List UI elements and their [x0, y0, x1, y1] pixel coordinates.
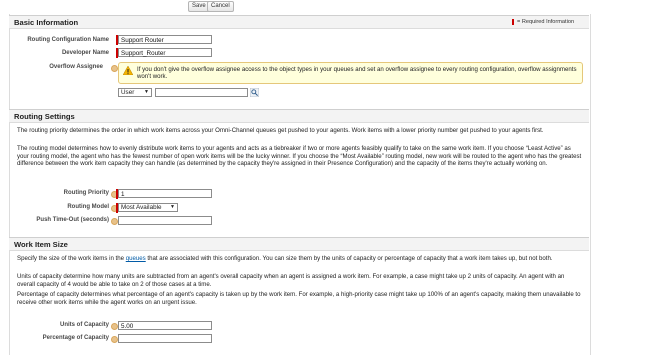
required-marker: [512, 19, 514, 25]
routing-settings-header: Routing Settings: [9, 109, 589, 123]
routing-model-description: The routing model determines how to even…: [17, 145, 582, 168]
help-icon[interactable]: [111, 323, 118, 330]
help-icon[interactable]: [111, 336, 118, 343]
required-info-legend: = Required Information: [517, 19, 575, 25]
work-item-size-header: Work Item Size: [9, 237, 589, 251]
cancel-button[interactable]: Cancel: [207, 1, 234, 12]
description-text: that are associated with this configurat…: [145, 255, 553, 262]
routing-priority-description: The routing priority determines the orde…: [17, 127, 544, 134]
routing-name-input[interactable]: Support Router: [118, 35, 212, 44]
assignee-type-select[interactable]: User ▼: [118, 88, 152, 97]
developer-name-label: Developer Name: [61, 50, 109, 56]
units-of-capacity-input[interactable]: 5.00: [118, 321, 212, 330]
section-title: Work Item Size: [14, 240, 68, 249]
units-of-capacity-description: Units of capacity determine how many uni…: [17, 273, 565, 288]
warning-icon: [123, 66, 133, 75]
warning-text: If you don't give the overflow assignee …: [137, 66, 577, 81]
overflow-assignee-input[interactable]: [155, 88, 248, 97]
routing-priority-label: Routing Priority: [63, 190, 109, 196]
routing-model-select[interactable]: Most Available ▼: [118, 203, 178, 212]
chevron-down-icon: ▼: [170, 204, 175, 210]
section-title: Routing Settings: [14, 112, 75, 121]
routing-priority-input[interactable]: 1: [118, 189, 212, 198]
percentage-of-capacity-label: Percentage of Capacity: [42, 335, 109, 341]
help-icon[interactable]: [111, 65, 118, 72]
queues-link[interactable]: queues: [126, 255, 146, 262]
basic-info-header: Basic Information = Required Information: [9, 15, 589, 29]
developer-name-input[interactable]: Support_Router: [118, 48, 212, 57]
routing-name-label: Routing Configuration Name: [27, 37, 109, 43]
routing-model-value: Most Available: [121, 204, 162, 211]
assignee-type-value: User: [121, 89, 135, 96]
work-item-size-description: Specify the size of the work items in th…: [17, 255, 583, 263]
push-timeout-label: Push Time-Out (seconds): [36, 217, 109, 223]
description-text: Specify the size of the work items in th…: [17, 255, 126, 262]
section-title: Basic Information: [14, 18, 79, 27]
help-icon[interactable]: [111, 218, 118, 225]
units-of-capacity-label: Units of Capacity: [59, 322, 109, 328]
lookup-icon[interactable]: [250, 88, 259, 97]
routing-model-label: Routing Model: [67, 204, 109, 210]
chevron-down-icon: ▼: [144, 89, 149, 95]
push-timeout-input[interactable]: [118, 216, 212, 225]
overflow-warning: If you don't give the overflow assignee …: [118, 62, 583, 84]
overflow-assignee-label: Overflow Assignee: [49, 64, 103, 70]
percentage-of-capacity-input[interactable]: [118, 334, 212, 343]
percentage-of-capacity-description: Percentage of capacity determines what p…: [17, 291, 581, 306]
